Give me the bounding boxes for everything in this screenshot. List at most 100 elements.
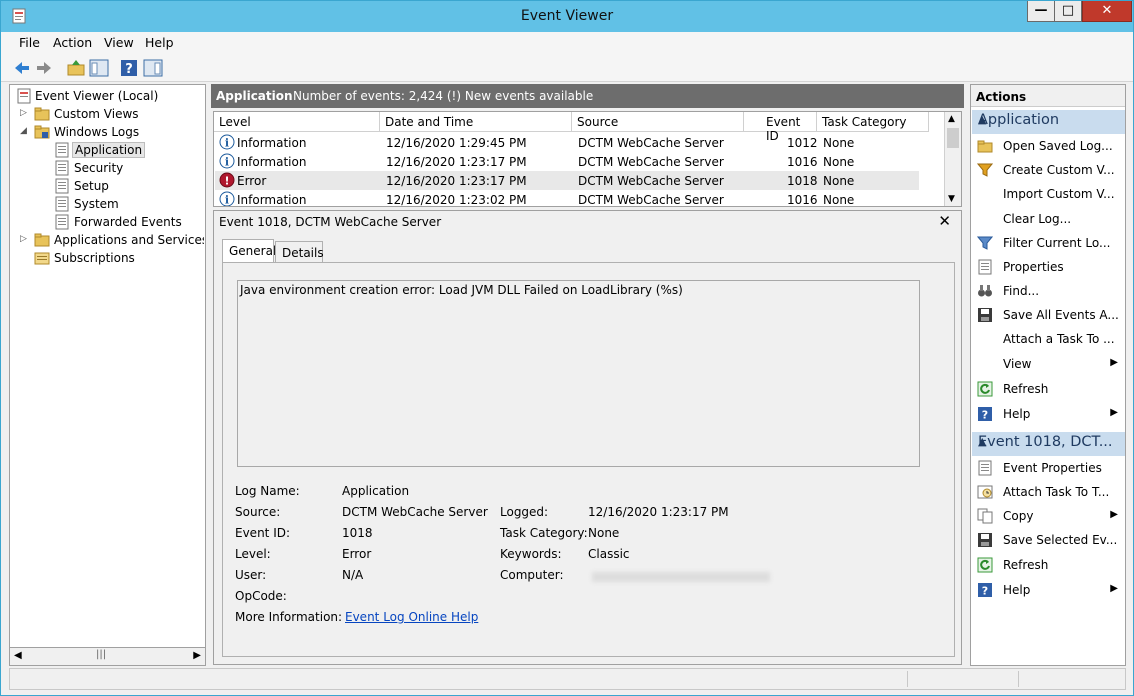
more-information-label: More Information: [235, 610, 343, 624]
up-folder-icon[interactable] [65, 57, 87, 79]
event-viewer-window: Event Viewer — □ ✕ File Action View Help… [0, 0, 1134, 696]
action-help-event[interactable]: ? Help ▶ [972, 578, 1125, 602]
level-label: Level: [235, 547, 271, 561]
tree-item-system[interactable]: System [14, 195, 204, 213]
table-row[interactable]: i Information 12/16/2020 1:23:17 PM DCTM… [215, 152, 919, 171]
action-refresh-event[interactable]: Refresh [972, 553, 1125, 577]
actions-section-event[interactable]: Event 1018, DCT... ▲ [972, 432, 1125, 456]
tree-item-subscriptions[interactable]: Subscriptions [14, 249, 204, 267]
scroll-thumb[interactable] [947, 128, 959, 148]
general-tab-panel: Java environment creation error: Load JV… [222, 262, 955, 657]
event-message-box[interactable]: Java environment creation error: Load JV… [237, 280, 920, 467]
save-icon [978, 533, 992, 547]
tree-item-applications-and-services[interactable]: ▷ Applications and Services Lo [14, 231, 204, 249]
submenu-arrow-icon: ▶ [1110, 583, 1118, 594]
tree-label: Windows Logs [54, 125, 140, 139]
actions-section-application[interactable]: Application ▲ [972, 110, 1125, 134]
back-arrow-icon[interactable] [11, 57, 33, 79]
collapse-arrow-icon[interactable]: ◢ [20, 126, 27, 136]
filter-icon [977, 236, 993, 250]
table-row[interactable]: i Information 12/16/2020 1:23:02 PM DCTM… [215, 190, 919, 206]
scroll-up-icon[interactable]: ▲ [948, 114, 955, 124]
action-create-custom-view[interactable]: Create Custom V... [972, 158, 1125, 182]
source-value: DCTM WebCache Server [342, 505, 488, 519]
level-value: Error [342, 547, 372, 561]
scroll-right-icon[interactable]: ▶ [193, 650, 201, 661]
column-header-task-category[interactable]: Task Category [817, 112, 929, 132]
action-attach-task-to-event[interactable]: Attach Task To T... [972, 480, 1125, 504]
tree-item-event-viewer-local[interactable]: Event Viewer (Local) [14, 87, 204, 105]
show-hide-action-pane-icon[interactable] [142, 57, 164, 79]
error-icon: ! [219, 172, 235, 188]
action-save-all-events[interactable]: Save All Events A... [972, 303, 1125, 327]
funnel-icon [977, 163, 993, 177]
tree-item-application[interactable]: Application [14, 141, 204, 159]
binoculars-icon [978, 285, 992, 297]
information-icon: i [219, 134, 235, 150]
log-icon [55, 178, 69, 194]
computer-value-redacted [592, 572, 770, 582]
log-name-heading: Application [216, 89, 293, 103]
action-import-custom-view[interactable]: Import Custom V... [972, 182, 1125, 206]
action-view[interactable]: View ▶ [972, 352, 1125, 376]
expand-arrow-icon[interactable]: ▷ [20, 108, 27, 118]
action-save-selected-events[interactable]: Save Selected Ev... [972, 528, 1125, 552]
action-properties[interactable]: Properties [972, 255, 1125, 279]
maximize-button[interactable]: □ [1054, 1, 1082, 22]
expand-arrow-icon[interactable]: ▷ [20, 234, 27, 244]
event-log-online-help-link[interactable]: Event Log Online Help [345, 610, 478, 624]
action-event-properties[interactable]: Event Properties [972, 456, 1125, 480]
event-detail-pane: Event 1018, DCTM WebCache Server ✕ Gener… [213, 210, 962, 665]
minimize-button[interactable]: — [1027, 1, 1055, 22]
event-count-text: Number of events: 2,424 (!) New events a… [293, 89, 594, 103]
table-row[interactable]: i Information 12/16/2020 1:29:45 PM DCTM… [215, 133, 919, 152]
column-header-source[interactable]: Source [572, 112, 744, 132]
column-header-level[interactable]: Level [214, 112, 380, 132]
close-detail-icon[interactable]: ✕ [938, 212, 951, 230]
event-viewer-icon [17, 88, 31, 104]
column-header-event-id[interactable]: Event ID [744, 112, 817, 143]
refresh-icon [977, 557, 993, 573]
tree-item-security[interactable]: Security [14, 159, 204, 177]
tree-item-custom-views[interactable]: ▷ Custom Views [14, 105, 204, 123]
collapse-section-icon[interactable]: ▲ [978, 435, 1119, 448]
tab-general[interactable]: General [222, 239, 276, 263]
forward-arrow-icon[interactable] [33, 57, 55, 79]
action-clear-log[interactable]: Clear Log... [972, 207, 1125, 231]
tree-label: Forwarded Events [74, 215, 182, 229]
menu-help[interactable]: Help [145, 35, 174, 50]
tree-item-setup[interactable]: Setup [14, 177, 204, 195]
status-divider [907, 671, 908, 687]
tree-item-windows-logs[interactable]: ◢ Windows Logs [14, 123, 204, 141]
tree-label: Application [72, 142, 146, 158]
log-name-value: Application [342, 484, 410, 498]
event-list-vertical-scrollbar[interactable]: ▲ ▼ [944, 112, 961, 206]
action-attach-task-to-log[interactable]: Attach a Task To ... [972, 327, 1125, 351]
refresh-icon [977, 381, 993, 397]
menu-view[interactable]: View [104, 35, 134, 50]
scroll-down-icon[interactable]: ▼ [948, 194, 955, 204]
menu-action[interactable]: Action [53, 35, 92, 50]
scroll-grip-icon[interactable]: ||| [96, 649, 106, 660]
tree-horizontal-scrollbar[interactable]: ◀ ||| ▶ [9, 647, 206, 666]
status-divider [1018, 671, 1019, 687]
action-open-saved-log[interactable]: Open Saved Log... [972, 134, 1125, 158]
tab-details[interactable]: Details [275, 241, 324, 263]
close-button[interactable]: ✕ [1082, 1, 1132, 22]
tree-label: Event Viewer (Local) [35, 89, 159, 103]
show-hide-console-tree-icon[interactable] [88, 57, 110, 79]
action-filter-current-log[interactable]: Filter Current Lo... [972, 231, 1125, 255]
menu-file[interactable]: File [19, 35, 40, 50]
table-row[interactable]: ! Error 12/16/2020 1:23:17 PM DCTM WebCa… [215, 171, 919, 190]
scroll-left-icon[interactable]: ◀ [14, 650, 22, 661]
collapse-section-icon[interactable]: ▲ [978, 113, 1119, 126]
help-icon[interactable]: ? [118, 57, 140, 79]
user-value: N/A [342, 568, 364, 582]
event-id-value: 1018 [342, 526, 373, 540]
tree-item-forwarded-events[interactable]: Forwarded Events [14, 213, 204, 231]
column-header-date[interactable]: Date and Time [380, 112, 572, 132]
action-find[interactable]: Find... [972, 279, 1125, 303]
action-help[interactable]: ? Help ▶ [972, 402, 1125, 426]
action-copy[interactable]: Copy ▶ [972, 504, 1125, 528]
action-refresh[interactable]: Refresh [972, 377, 1125, 401]
